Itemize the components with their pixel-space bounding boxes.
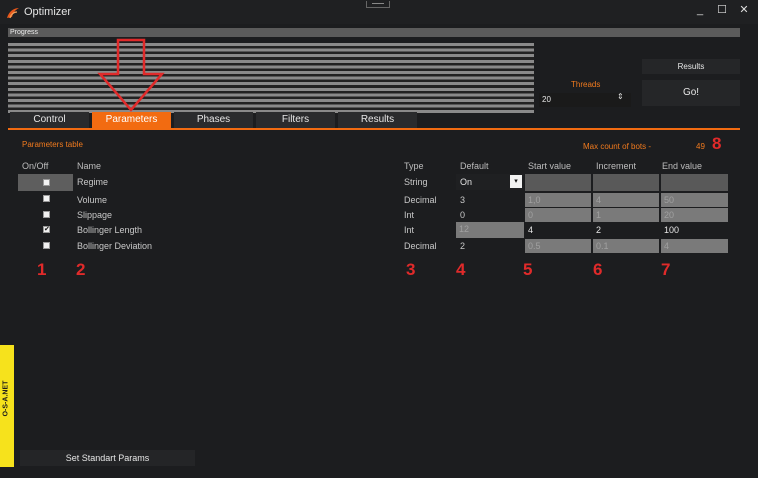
bollinger-deviation-type: Decimal xyxy=(404,241,437,251)
annotation-2: 2 xyxy=(76,260,86,279)
window-drag-grip[interactable] xyxy=(366,1,390,8)
chevron-down-icon[interactable]: ▾ xyxy=(510,175,522,188)
max-bots-value: 49 xyxy=(696,142,705,151)
volume-name: Volume xyxy=(77,195,108,205)
bollinger-length-name: Bollinger Length xyxy=(77,225,143,235)
threads-value: 20 xyxy=(542,95,551,104)
maximize-button[interactable]: ☐ xyxy=(715,3,729,17)
slippage-start-input[interactable]: 0 xyxy=(525,208,591,222)
volume-default: 3 xyxy=(460,195,466,205)
progress-bars xyxy=(8,43,534,113)
bollinger-deviation-name: Bollinger Deviation xyxy=(77,241,153,251)
bollinger-length-checkbox[interactable]: ✔ xyxy=(43,226,50,233)
tab-results[interactable]: Results xyxy=(338,112,417,128)
tab-parameters[interactable]: Parameters xyxy=(92,112,171,128)
annotation-4: 4 xyxy=(456,260,466,279)
set-standart-params-button[interactable]: Set Standart Params xyxy=(20,450,195,466)
regime-default-value: On xyxy=(460,177,473,187)
column-header-end: End value xyxy=(662,161,703,171)
progress-header-bar xyxy=(8,28,740,37)
annotation-1: 1 xyxy=(37,260,47,279)
slippage-checkbox[interactable] xyxy=(43,211,50,218)
bollinger-length-default: 12 xyxy=(456,222,524,238)
bollinger-length-end-input[interactable]: 100 xyxy=(661,223,728,237)
volume-increment-input[interactable]: 4 xyxy=(593,193,659,207)
slippage-default: 0 xyxy=(460,210,466,220)
bollinger-length-type: Int xyxy=(404,225,415,235)
annotation-7: 7 xyxy=(661,260,671,279)
parameters-table-title: Parameters table xyxy=(22,140,83,149)
volume-start-input[interactable]: 1,0 xyxy=(525,193,591,207)
brand-logo: O-S-A.NET xyxy=(2,380,10,417)
bollinger-deviation-increment-input[interactable]: 0.1 xyxy=(593,239,659,253)
tab-control[interactable]: Control xyxy=(10,112,89,128)
column-header-start: Start value xyxy=(528,161,572,171)
results-button[interactable]: Results xyxy=(642,59,740,74)
app-logo-icon xyxy=(7,8,19,19)
bollinger-deviation-default: 2 xyxy=(460,241,466,251)
tab-filters[interactable]: Filters xyxy=(256,112,335,128)
regime-increment-input[interactable] xyxy=(593,174,659,191)
regime-name: Regime xyxy=(77,177,109,187)
bollinger-length-start-input[interactable]: 4 xyxy=(525,223,591,237)
max-bots-label: Max count of bots - xyxy=(583,142,652,151)
slippage-end-input[interactable]: 20 xyxy=(661,208,728,222)
minimize-button[interactable]: _ xyxy=(693,3,707,17)
slippage-increment-input[interactable]: 1 xyxy=(593,208,659,222)
slippage-type: Int xyxy=(404,210,415,220)
window-title: Optimizer xyxy=(24,6,72,18)
annotation-8: 8 xyxy=(712,134,722,153)
close-button[interactable]: ✕ xyxy=(737,3,751,17)
spin-arrows-icon[interactable]: ⇕ xyxy=(617,93,624,101)
column-header-default: Default xyxy=(460,161,489,171)
go-button[interactable]: Go! xyxy=(642,80,740,106)
progress-label: Progress xyxy=(10,29,39,36)
bollinger-deviation-end-input[interactable]: 4 xyxy=(661,239,728,253)
red-down-arrow-icon xyxy=(97,38,165,112)
column-header-increment: Increment xyxy=(596,161,637,171)
regime-start-input[interactable] xyxy=(525,174,591,191)
bollinger-deviation-start-input[interactable]: 0.5 xyxy=(525,239,591,253)
annotation-3: 3 xyxy=(406,260,416,279)
tab-phases[interactable]: Phases xyxy=(174,112,253,128)
bollinger-length-increment-input[interactable]: 2 xyxy=(593,223,659,237)
column-header-onoff: On/Off xyxy=(22,161,49,171)
slippage-name: Slippage xyxy=(77,210,113,220)
regime-checkbox[interactable] xyxy=(43,179,50,186)
volume-end-input[interactable]: 50 xyxy=(661,193,728,207)
regime-end-input[interactable] xyxy=(661,174,728,191)
bollinger-deviation-checkbox[interactable] xyxy=(43,242,50,249)
volume-type: Decimal xyxy=(404,195,437,205)
volume-checkbox[interactable] xyxy=(43,195,50,202)
regime-type: String xyxy=(404,177,428,187)
column-header-name: Name xyxy=(77,161,102,171)
threads-label: Threads xyxy=(571,80,601,89)
column-header-type: Type xyxy=(404,161,424,171)
annotation-5: 5 xyxy=(523,260,533,279)
annotation-6: 6 xyxy=(593,260,603,279)
